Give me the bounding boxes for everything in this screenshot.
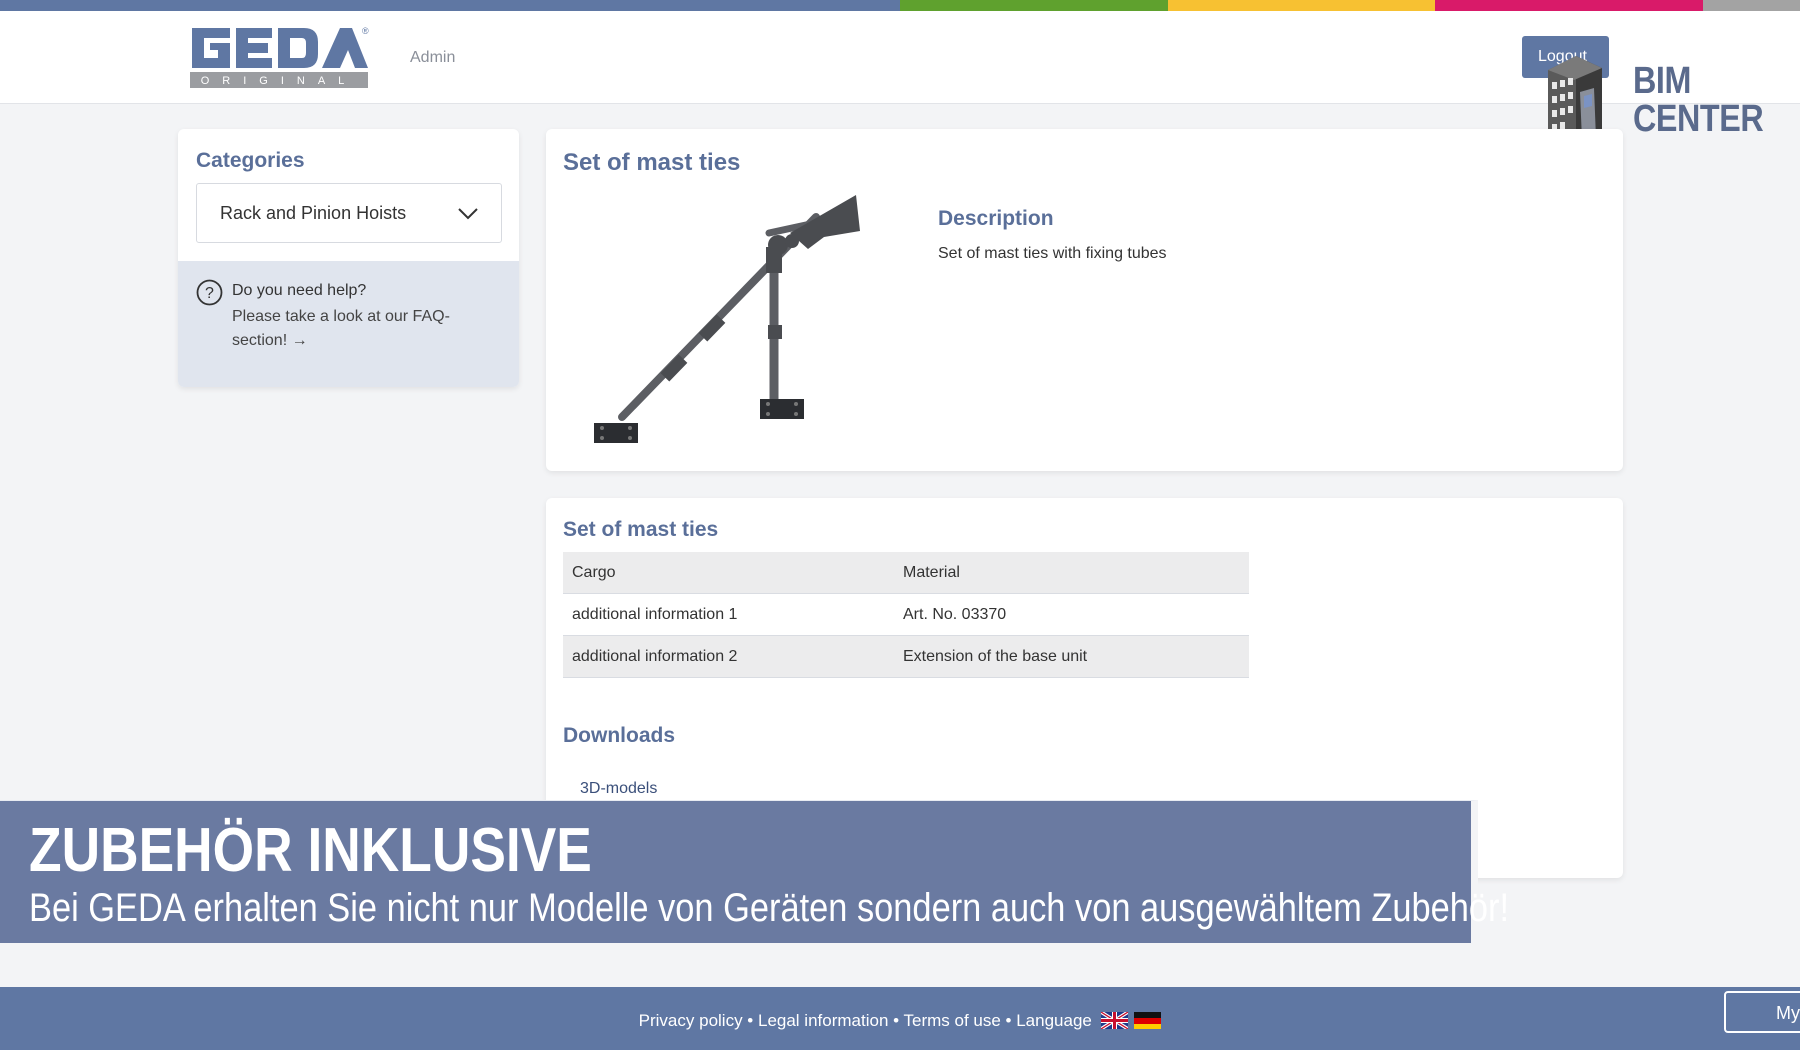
language-label: Language	[1016, 1011, 1092, 1030]
chevron-down-icon	[458, 208, 478, 220]
download-link[interactable]: 3D-models	[580, 780, 657, 798]
mast-ties-product-image	[594, 195, 860, 443]
uk-flag-icon[interactable]	[1100, 1012, 1128, 1029]
table-row: additional information 1 Art. No. 03370	[563, 594, 1249, 636]
table-row: additional information 2 Extension of th…	[563, 636, 1249, 678]
details-title: Set of mast ties	[563, 518, 719, 541]
faq-link[interactable]: Please take a look at our FAQ-section! →	[232, 305, 492, 353]
table-row: Cargo Material	[563, 552, 1249, 594]
header: ® ORIGINAL Admin Logout	[0, 11, 1800, 104]
footer: Privacy policy • Legal information • Ter…	[0, 987, 1800, 1050]
svg-text:ORIGINAL: ORIGINAL	[201, 75, 358, 87]
svg-text:®: ®	[362, 26, 369, 36]
product-card: Set of mast ties Description Set of mast…	[546, 129, 1623, 471]
privacy-policy-link[interactable]: Privacy policy	[639, 1011, 743, 1030]
description-text: Set of mast ties with fixing tubes	[938, 245, 1167, 262]
table-cell-label: additional information 1	[572, 606, 738, 623]
brand-color-bar	[0, 0, 1800, 11]
category-select-value: Rack and Pinion Hoists	[220, 203, 407, 223]
table-cell-value: Art. No. 03370	[903, 606, 1007, 623]
footer-links: Privacy policy • Legal information • Ter…	[0, 1011, 1800, 1031]
help-box[interactable]: ? Do you need help? Please take a look a…	[178, 261, 519, 387]
categories-heading: Categories	[196, 149, 305, 172]
product-title: Set of mast ties	[563, 149, 741, 176]
geda-logo[interactable]: ® ORIGINAL	[190, 26, 370, 88]
table-cell-value: Material	[903, 564, 960, 581]
my-account-button[interactable]: My	[1724, 991, 1800, 1033]
table-cell-label: Cargo	[572, 564, 616, 581]
question-circle-icon: ?	[196, 279, 223, 306]
category-select[interactable]: Rack and Pinion Hoists	[196, 183, 502, 243]
legal-information-link[interactable]: Legal information	[758, 1011, 888, 1030]
category-sidebar: Categories Rack and Pinion Hoists ? Do y…	[178, 129, 519, 387]
german-flag-icon[interactable]	[1134, 1012, 1162, 1029]
banner-title: ZUBEHÖR INKLUSIVE	[29, 816, 592, 885]
table-cell-label: additional information 2	[572, 648, 738, 665]
downloads-heading: Downloads	[563, 724, 676, 747]
table-cell-value: Extension of the base unit	[903, 648, 1088, 665]
attributes-table: Cargo Material additional information 1 …	[563, 552, 1249, 678]
help-title: Do you need help?	[232, 282, 367, 299]
promo-banner-overlay: ZUBEHÖR INKLUSIVE Bei GEDA erhalten Sie …	[0, 800, 1509, 950]
bim-center-label: BIM CENTER	[1633, 60, 1764, 140]
terms-of-use-link[interactable]: Terms of use	[904, 1011, 1001, 1030]
user-role-label: Admin	[410, 49, 456, 66]
banner-subtitle: Bei GEDA erhalten Sie nicht nur Modelle …	[29, 886, 1510, 930]
svg-text:?: ?	[205, 285, 214, 302]
description-heading: Description	[938, 207, 1054, 230]
